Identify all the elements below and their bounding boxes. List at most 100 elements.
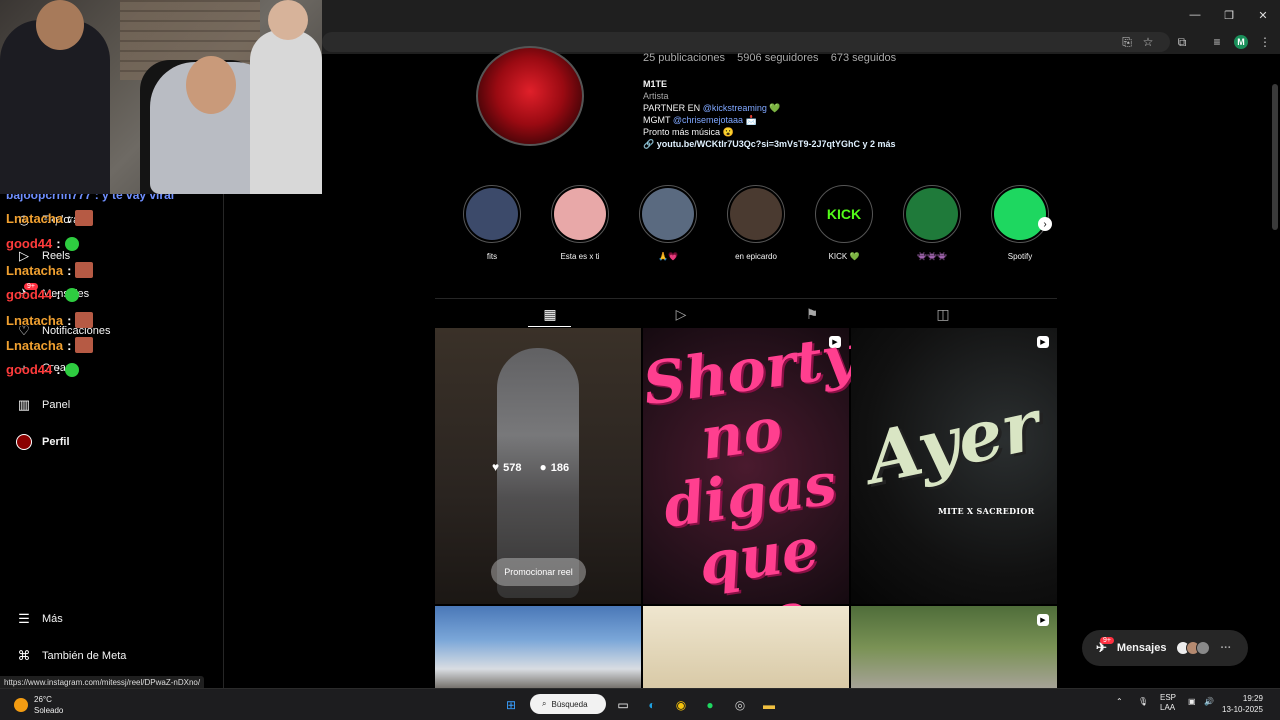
profile-category: Artista (643, 91, 669, 101)
grid-post[interactable] (643, 606, 849, 690)
chat-message: Lnatacha: (6, 337, 94, 353)
chat-separator: : (67, 262, 72, 278)
highlight-image (730, 188, 782, 240)
sidebar-item-panel[interactable]: ▥ Panel (16, 397, 70, 413)
messages-pill[interactable]: ✈ Mensajes ··· (1082, 630, 1248, 666)
webcam-face (186, 56, 236, 114)
language-layout: LAA (1160, 703, 1176, 712)
show-hidden-icons-icon[interactable]: ⌃ (1116, 697, 1123, 706)
close-button[interactable]: ✕ (1246, 0, 1280, 30)
install-app-icon[interactable]: ⎘ (1118, 33, 1136, 51)
tab-posts-grid-icon[interactable]: ▦ (539, 303, 561, 325)
chat-username: good44 (6, 287, 53, 302)
hamburger-icon: ☰ (18, 611, 30, 626)
browser-menu-icon[interactable]: ⋮ (1256, 33, 1274, 51)
chat-message: good44: (6, 287, 79, 302)
chat-username: Lnatacha (6, 312, 64, 328)
sidebar-item-label: También de Meta (42, 650, 127, 662)
grid-post[interactable]: ▶ (851, 606, 1057, 690)
recent-contacts (1176, 641, 1211, 655)
sidebar-item-profile[interactable]: Perfil (16, 434, 70, 450)
edge-icon[interactable]: ◐ (642, 695, 662, 715)
network-icon[interactable]: ▣ (1188, 697, 1196, 706)
taskbar-search-label: Búsqueda (551, 699, 588, 709)
chat-separator: : (67, 337, 72, 353)
chevron-right-icon[interactable]: › (1038, 217, 1052, 231)
sidebar-item-label: Panel (42, 399, 71, 411)
story-highlight[interactable]: 🙏💗 (638, 185, 698, 261)
highlight-label: Esta es x ti (560, 252, 600, 261)
chat-separator: : (67, 312, 72, 328)
grid-post[interactable] (435, 606, 641, 690)
highlight-image (466, 188, 518, 240)
bookmark-star-icon[interactable]: ☆ (1139, 33, 1157, 51)
sidebar-item-label: Reels (42, 250, 71, 262)
maximize-button[interactable]: ❐ (1212, 0, 1246, 30)
language-indicator[interactable]: ESP LAA (1160, 693, 1176, 713)
comments-count: ● 186 (539, 460, 569, 474)
profile-link-text: youtu.be/WCKtlr7U3Qc?si=3mVsT9-2J7qtYGhC… (656, 139, 896, 149)
bio-text: PARTNER EN (643, 103, 703, 113)
chat-separator: : (56, 362, 61, 377)
story-highlight[interactable]: en epicardo (726, 185, 786, 261)
bio-text: 💚 (766, 103, 781, 113)
windows-start-icon[interactable]: ⊞ (501, 695, 521, 715)
minimize-button[interactable]: — (1178, 0, 1212, 30)
windows-taskbar (0, 688, 1280, 720)
obs-icon[interactable]: ◎ (730, 695, 750, 715)
chat-username: good44 (6, 236, 53, 251)
highlight-image (994, 188, 1046, 240)
profile-avatar-icon[interactable]: M (1234, 35, 1248, 49)
sidebar-item-meta[interactable]: ⌘ También de Meta (16, 648, 127, 664)
address-bar[interactable] (322, 32, 1170, 52)
webcam-person (250, 30, 322, 194)
chat-message: good44: (6, 362, 79, 377)
scrollbar-thumb[interactable] (1272, 84, 1278, 230)
story-highlight[interactable]: 👾👾👾 (902, 185, 962, 261)
emote-icon (75, 337, 94, 353)
taskbar-search[interactable]: ⌕ Búsqueda (530, 694, 606, 714)
bio-mgmt-line: MGMT @chrisemejotaaa 📩 (643, 114, 896, 126)
weather-widget[interactable]: 26°C Soleado (14, 694, 63, 716)
bio-line: Pronto más música 😮 (643, 127, 734, 137)
story-highlight[interactable]: KICK KICK 💚 (814, 185, 874, 261)
spotify-icon[interactable]: ● (700, 695, 720, 715)
emote-icon (64, 287, 79, 302)
highlight-label: en epicardo (735, 252, 777, 261)
active-tab-indicator (528, 326, 571, 327)
post-subtitle-text: MITE X SACREDIOR (938, 506, 1035, 516)
profile-stats: 25 publicaciones 5906 seguidores 673 seg… (643, 52, 897, 64)
tab-saved-icon[interactable]: ⚑ (801, 303, 823, 325)
chat-separator: : (67, 210, 72, 226)
taskbar-clock[interactable]: 19:29 13-10-2025 (1222, 693, 1263, 715)
highlight-cover (639, 185, 697, 243)
highlight-label: KICK 💚 (828, 252, 860, 261)
file-explorer-icon[interactable]: ▬ (759, 695, 779, 715)
chat-separator: : (56, 236, 61, 251)
bio-text: MGMT (643, 115, 673, 125)
profile-picture[interactable] (476, 46, 584, 146)
microphone-icon[interactable]: 🎙 (1138, 697, 1148, 706)
tab-tagged-icon[interactable]: ◫ (932, 303, 954, 325)
management-link[interactable]: @chrisemejotaaa (673, 115, 743, 125)
volume-icon[interactable]: 🔊 (1204, 697, 1214, 706)
kickstreaming-link[interactable]: @kickstreaming (703, 103, 767, 113)
promote-reel-button[interactable]: Promocionar reel (491, 558, 586, 586)
sidebar-item-more[interactable]: ☰ Más (16, 611, 63, 627)
extensions-icon[interactable]: ⧉ (1173, 33, 1191, 51)
media-control-icon[interactable]: ≡ (1208, 33, 1226, 51)
profile-bio: M1TE Artista PARTNER EN @kickstreaming 💚… (643, 78, 896, 150)
story-highlight[interactable]: Esta es x ti (550, 185, 610, 261)
highlight-cover: KICK (815, 185, 873, 243)
tab-reels-icon[interactable]: ▷ (670, 303, 692, 325)
highlight-label: 🙏💗 (658, 252, 678, 261)
emote-icon (75, 312, 94, 328)
profile-avatar (16, 434, 32, 450)
story-highlight[interactable]: fits (462, 185, 522, 261)
profile-link[interactable]: 🔗 youtu.be/WCKtlr7U3Qc?si=3mVsT9-2J7qtYG… (643, 138, 896, 150)
chrome-icon[interactable]: ◉ (671, 695, 691, 715)
comments-value: 186 (550, 462, 570, 474)
bio-text: 📩 (743, 115, 757, 125)
highlight-cover (727, 185, 785, 243)
task-view-icon[interactable]: ▭ (613, 695, 633, 715)
